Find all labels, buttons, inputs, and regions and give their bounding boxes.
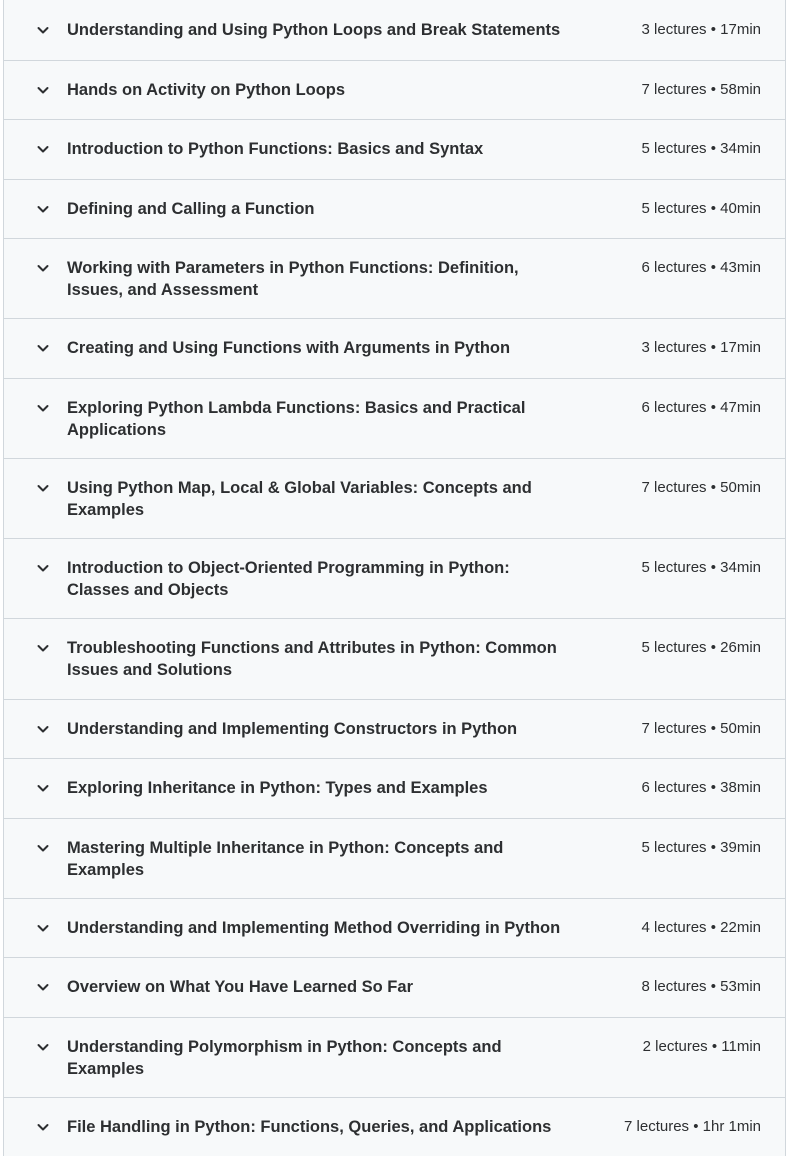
section-row[interactable]: Understanding and Implementing Construct… [4, 700, 785, 759]
section-title: Troubleshooting Functions and Attributes… [67, 639, 557, 679]
section-title: Introduction to Object-Oriented Programm… [67, 559, 510, 599]
section-meta: 2 lectures • 11min [642, 1038, 761, 1055]
section-meta: 6 lectures • 38min [641, 779, 761, 796]
section-meta: 8 lectures • 53min [641, 978, 761, 995]
section-meta: 7 lectures • 50min [641, 720, 761, 737]
section-row[interactable]: Understanding and Using Python Loops and… [4, 0, 785, 61]
section-row[interactable]: Exploring Inheritance in Python: Types a… [4, 759, 785, 819]
section-row[interactable]: Using Python Map, Local & Global Variabl… [4, 459, 785, 539]
section-row[interactable]: Understanding Polymorphism in Python: Co… [4, 1018, 785, 1098]
section-row[interactable]: Defining and Calling a Function 5 lectur… [4, 180, 785, 239]
chevron-down-icon[interactable] [35, 1039, 51, 1055]
section-row[interactable]: File Handling in Python: Functions, Quer… [4, 1098, 785, 1156]
section-meta: 4 lectures • 22min [641, 919, 761, 936]
section-title: Exploring Python Lambda Functions: Basic… [67, 399, 526, 439]
chevron-down-icon[interactable] [35, 260, 51, 276]
section-title: Defining and Calling a Function [67, 200, 315, 218]
course-curriculum: Understanding and Using Python Loops and… [3, 0, 786, 1156]
section-meta: 6 lectures • 47min [641, 399, 761, 416]
section-row[interactable]: Introduction to Python Functions: Basics… [4, 120, 785, 180]
section-title: Exploring Inheritance in Python: Types a… [67, 779, 488, 797]
section-meta: 3 lectures • 17min [641, 21, 761, 38]
section-meta: 5 lectures • 40min [641, 200, 761, 217]
chevron-down-icon[interactable] [35, 840, 51, 856]
section-title: Understanding and Using Python Loops and… [67, 21, 561, 39]
chevron-down-icon[interactable] [35, 1119, 51, 1135]
section-title: Mastering Multiple Inheritance in Python… [67, 839, 504, 879]
section-row[interactable]: Creating and Using Functions with Argume… [4, 319, 785, 379]
section-meta: 5 lectures • 34min [641, 559, 761, 576]
chevron-down-icon[interactable] [35, 141, 51, 157]
chevron-down-icon[interactable] [35, 979, 51, 995]
section-row[interactable]: Introduction to Object-Oriented Programm… [4, 539, 785, 619]
section-meta: 7 lectures • 58min [641, 81, 761, 98]
chevron-down-icon[interactable] [35, 640, 51, 656]
section-meta: 6 lectures • 43min [641, 259, 761, 276]
chevron-down-icon[interactable] [35, 560, 51, 576]
section-title: Overview on What You Have Learned So Far [67, 978, 413, 996]
section-title: Creating and Using Functions with Argume… [67, 339, 511, 357]
section-row[interactable]: Exploring Python Lambda Functions: Basic… [4, 379, 785, 459]
chevron-down-icon[interactable] [35, 480, 51, 496]
chevron-down-icon[interactable] [35, 22, 51, 38]
section-row[interactable]: Understanding and Implementing Method Ov… [4, 899, 785, 958]
section-meta: 5 lectures • 26min [641, 639, 761, 656]
chevron-down-icon[interactable] [35, 400, 51, 416]
chevron-down-icon[interactable] [35, 920, 51, 936]
section-title: Using Python Map, Local & Global Variabl… [67, 479, 532, 519]
section-row[interactable]: Overview on What You Have Learned So Far… [4, 958, 785, 1018]
section-meta: 3 lectures • 17min [641, 339, 761, 356]
section-meta: 7 lectures • 1hr 1min [624, 1118, 761, 1135]
section-meta: 5 lectures • 34min [641, 140, 761, 157]
chevron-down-icon[interactable] [35, 340, 51, 356]
section-title: File Handling in Python: Functions, Quer… [67, 1118, 552, 1136]
section-row[interactable]: Hands on Activity on Python Loops 7 lect… [4, 61, 785, 120]
section-row[interactable]: Working with Parameters in Python Functi… [4, 239, 785, 319]
chevron-down-icon[interactable] [35, 201, 51, 217]
section-title: Hands on Activity on Python Loops [67, 81, 346, 99]
chevron-down-icon[interactable] [35, 82, 51, 98]
section-title: Understanding Polymorphism in Python: Co… [67, 1038, 502, 1078]
section-title: Introduction to Python Functions: Basics… [67, 140, 484, 158]
section-meta: 7 lectures • 50min [641, 479, 761, 496]
section-title: Understanding and Implementing Construct… [67, 720, 518, 738]
section-row[interactable]: Mastering Multiple Inheritance in Python… [4, 819, 785, 899]
section-row[interactable]: Troubleshooting Functions and Attributes… [4, 619, 785, 700]
chevron-down-icon[interactable] [35, 721, 51, 737]
section-title: Working with Parameters in Python Functi… [67, 259, 519, 299]
section-title: Understanding and Implementing Method Ov… [67, 919, 561, 937]
chevron-down-icon[interactable] [35, 780, 51, 796]
section-meta: 5 lectures • 39min [641, 839, 761, 856]
